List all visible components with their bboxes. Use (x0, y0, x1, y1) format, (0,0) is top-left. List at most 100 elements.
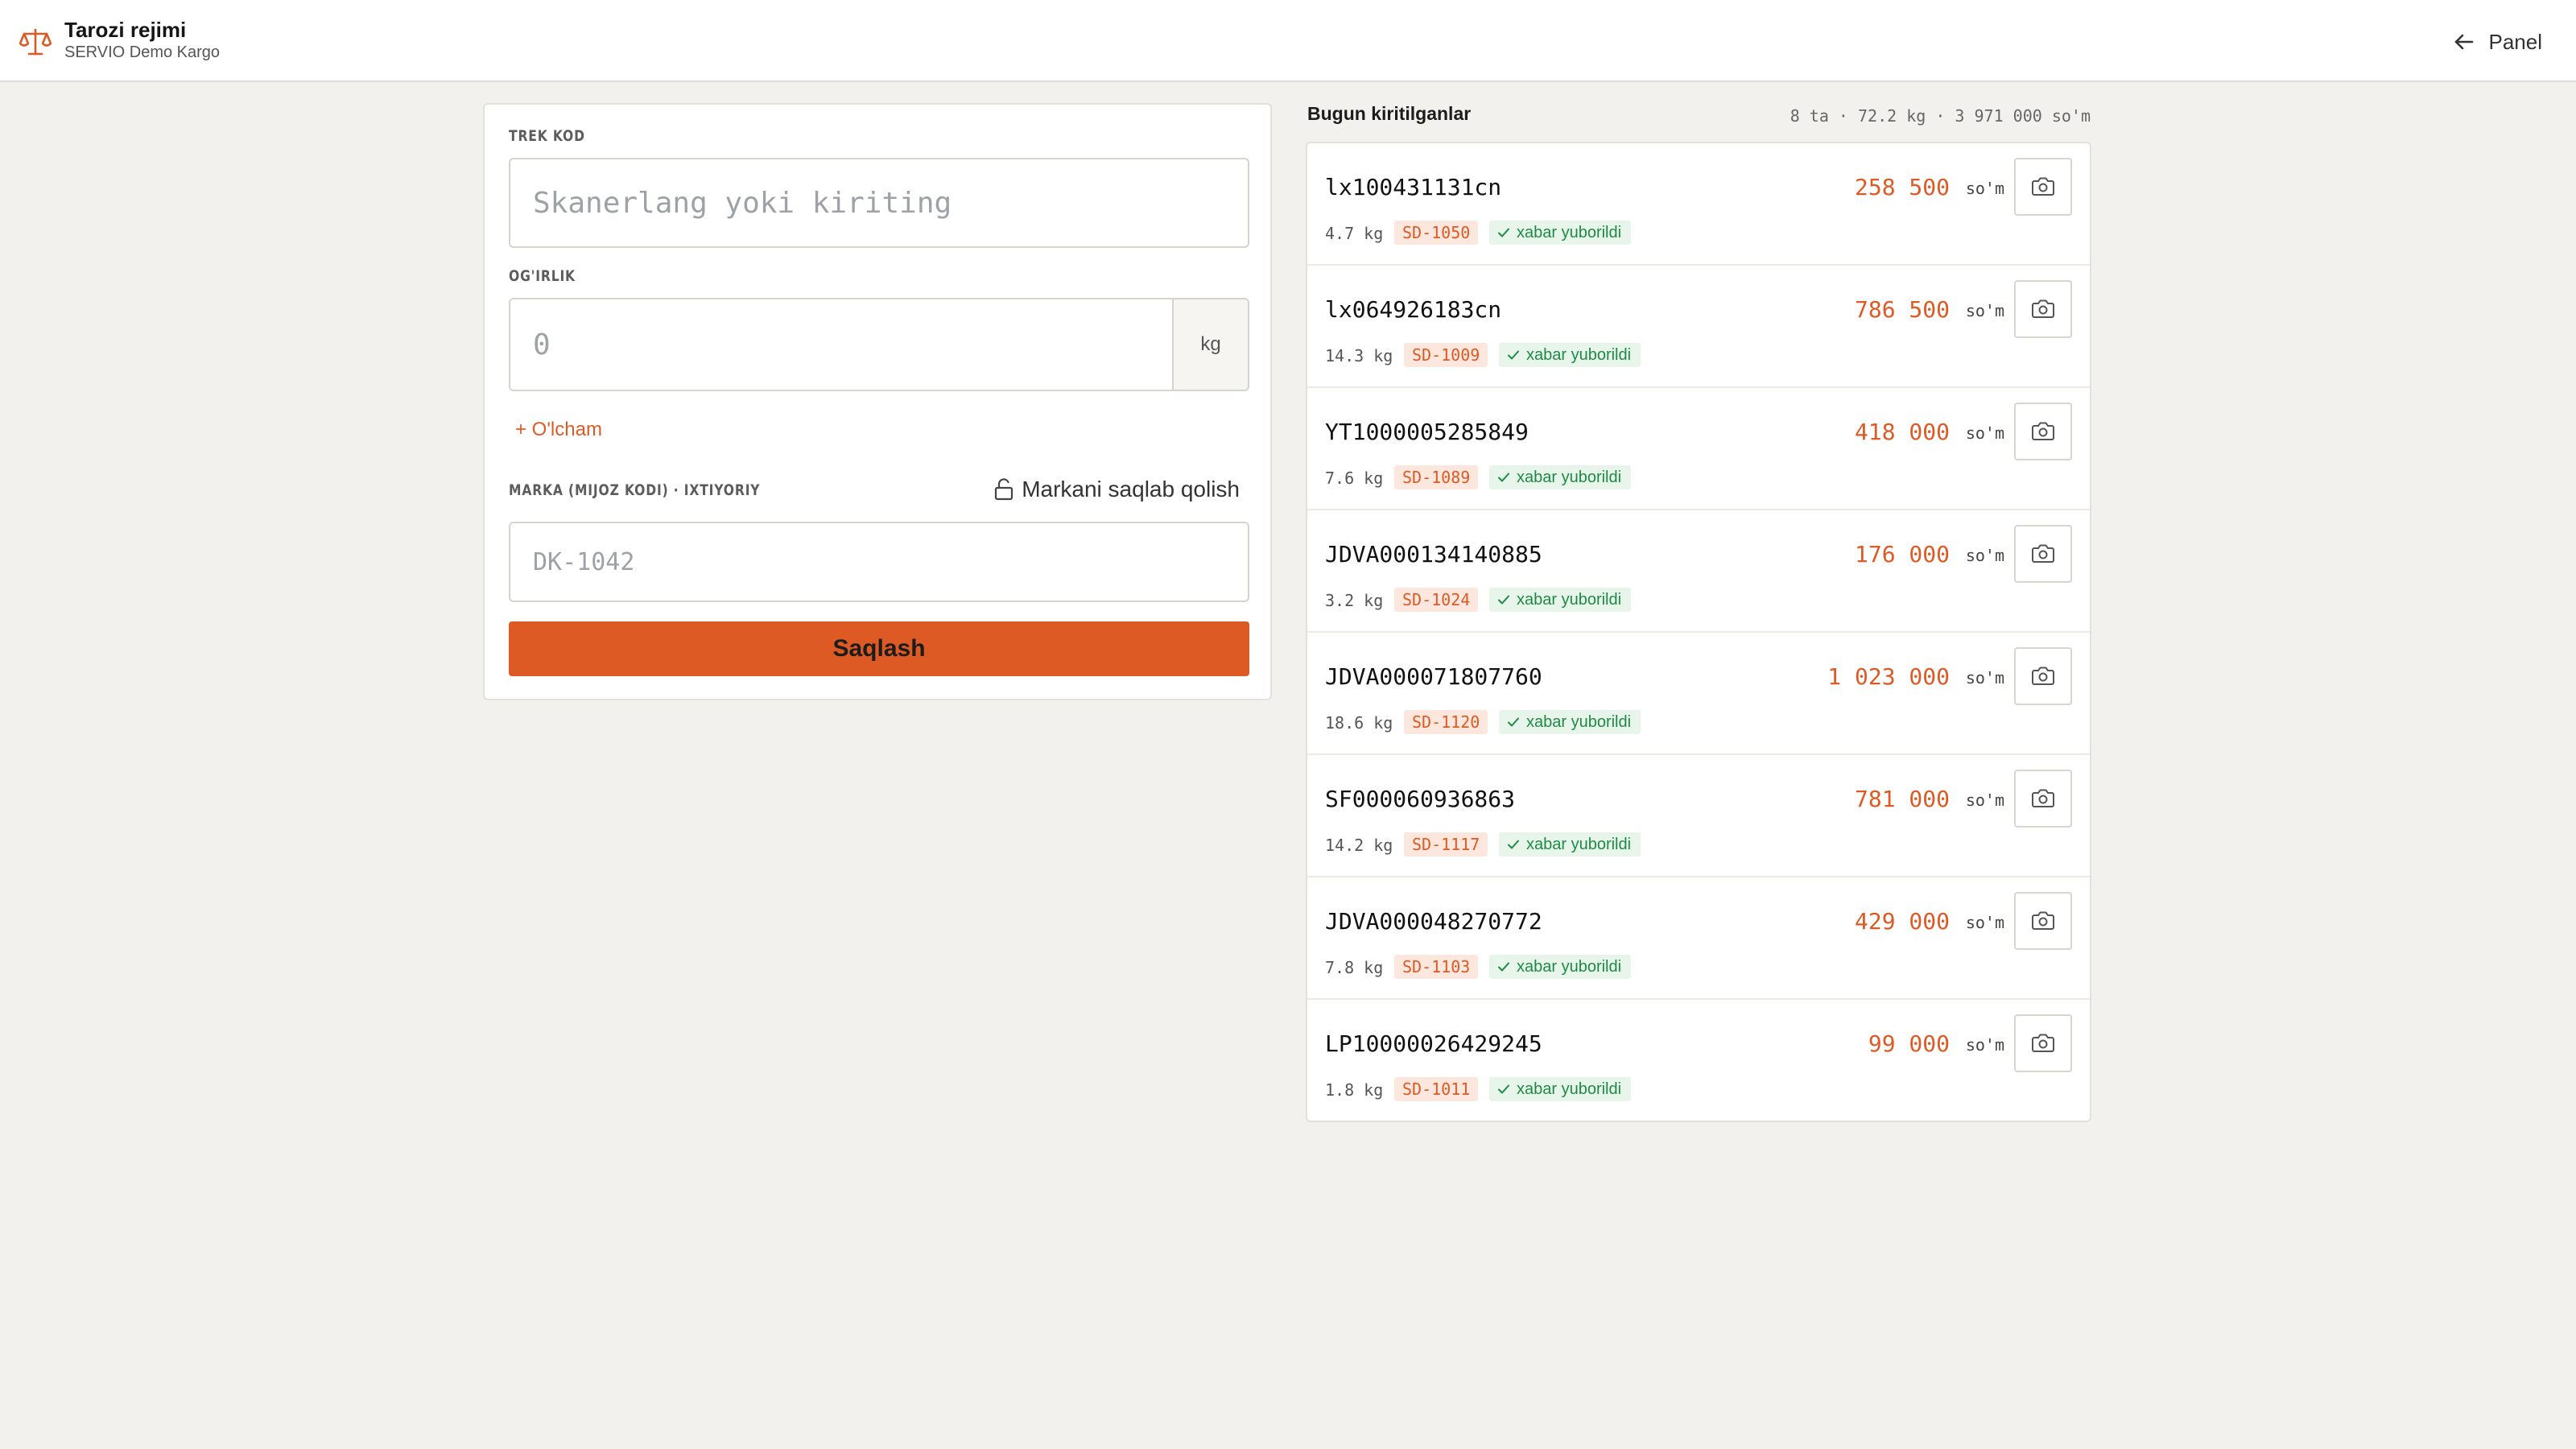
panel-label: Panel (2488, 29, 2543, 54)
client-code-badge: SD-1089 (1394, 465, 1479, 489)
weight-label: OG'IRLIK (509, 267, 576, 285)
status-badge: xabar yuborildi (1499, 832, 1641, 857)
check-icon (1508, 717, 1519, 727)
status-label: xabar yuborildi (1526, 836, 1632, 853)
camera-icon (2032, 1034, 2054, 1052)
currency-label: so'm (1965, 301, 2004, 320)
currency-label: so'm (1965, 546, 2004, 565)
client-code-badge: SD-1009 (1404, 343, 1488, 367)
keep-marka-label: Markani saqlab qolish (1022, 477, 1240, 502)
item-weight: 14.3 kg (1325, 346, 1393, 365)
status-badge: xabar yuborildi (1499, 710, 1641, 734)
arrow-left-icon (2454, 34, 2473, 50)
photo-button[interactable] (2014, 647, 2072, 705)
list-item: YT1000005285849 7.6 kg SD-1089 xabar yub… (1307, 388, 2090, 510)
photo-button[interactable] (2014, 280, 2072, 338)
photo-button[interactable] (2014, 158, 2072, 216)
weight-field: kg (509, 298, 1249, 391)
panel-back-link[interactable]: Panel (2452, 26, 2543, 58)
status-label: xabar yuborildi (1517, 224, 1622, 242)
list-item: lx064926183cn 14.3 kg SD-1009 xabar yubo… (1307, 266, 2090, 388)
photo-button[interactable] (2014, 1014, 2072, 1072)
unlock-icon (995, 478, 1013, 501)
trek-code: JDVA000071807760 (1325, 663, 1542, 690)
trek-code: SF000060936863 (1325, 786, 1516, 812)
currency-label: so'm (1965, 913, 2004, 932)
currency-label: so'm (1965, 668, 2004, 687)
marka-input[interactable] (509, 522, 1249, 602)
trek-code: lx100431131cn (1325, 174, 1502, 200)
list-item: JDVA000048270772 7.8 kg SD-1103 xabar yu… (1307, 877, 2090, 1000)
add-dimensions-link[interactable]: + O'lcham (515, 419, 602, 441)
weight-input[interactable] (510, 299, 1172, 390)
list-item: JDVA000134140885 3.2 kg SD-1024 xabar yu… (1307, 510, 2090, 633)
photo-button[interactable] (2014, 525, 2072, 583)
client-code-badge: SD-1120 (1404, 710, 1488, 734)
status-label: xabar yuborildi (1526, 346, 1632, 364)
camera-icon (2032, 544, 2054, 563)
trek-code: lx064926183cn (1325, 296, 1502, 323)
status-label: xabar yuborildi (1517, 1080, 1622, 1098)
camera-icon (2032, 789, 2054, 807)
item-weight: 4.7 kg (1325, 224, 1384, 243)
currency-label: so'm (1965, 179, 2004, 198)
currency-label: so'm (1965, 791, 2004, 810)
camera-icon (2032, 422, 2054, 440)
page-title: Tarozi rejimi (64, 18, 187, 42)
check-icon (1508, 840, 1519, 849)
scale-icon (19, 28, 52, 56)
item-weight: 7.6 kg (1325, 469, 1384, 488)
status-badge: xabar yuborildi (1489, 465, 1632, 489)
item-price: 429 000 (1854, 908, 1950, 935)
status-label: xabar yuborildi (1517, 469, 1622, 486)
trek-code: JDVA000134140885 (1325, 541, 1542, 568)
check-icon (1508, 350, 1519, 360)
item-price: 786 500 (1854, 296, 1950, 323)
list-item: SF000060936863 14.2 kg SD-1117 xabar yub… (1307, 755, 2090, 877)
item-weight: 3.2 kg (1325, 591, 1384, 610)
list-item: LP10000026429245 1.8 kg SD-1011 xabar yu… (1307, 1000, 2090, 1121)
keep-marka-toggle[interactable]: Markani saqlab qolish (994, 477, 1240, 502)
trek-code: LP10000026429245 (1325, 1030, 1542, 1057)
status-badge: xabar yuborildi (1489, 221, 1632, 245)
currency-label: so'm (1965, 1035, 2004, 1055)
trek-code: JDVA000048270772 (1325, 908, 1542, 935)
currency-label: so'm (1965, 423, 2004, 443)
photo-button[interactable] (2014, 892, 2072, 950)
item-price: 258 500 (1854, 174, 1950, 200)
marka-label: MARKA (MIJOZ KODI) · IXTIYORIY (509, 481, 761, 499)
client-code-badge: SD-1011 (1394, 1077, 1479, 1101)
client-code-badge: SD-1117 (1404, 832, 1488, 857)
check-icon (1498, 228, 1509, 237)
camera-icon (2032, 299, 2054, 318)
save-button[interactable]: Saqlash (509, 621, 1249, 676)
status-label: xabar yuborildi (1517, 958, 1622, 976)
camera-icon (2032, 177, 2054, 196)
photo-button[interactable] (2014, 770, 2072, 828)
item-price: 99 000 (1868, 1030, 1950, 1057)
list-item: JDVA000071807760 18.6 kg SD-1120 xabar y… (1307, 633, 2090, 755)
camera-icon (2032, 911, 2054, 930)
today-summary: 8 ta · 72.2 kg · 3 971 000 so'm (1790, 106, 2091, 126)
company-name: SERVIO Demo Kargo (64, 43, 221, 61)
today-list: lx100431131cn 4.7 kg SD-1050 xabar yubor… (1306, 142, 2091, 1122)
item-price: 1 023 000 (1827, 663, 1950, 690)
status-badge: xabar yuborildi (1489, 1077, 1632, 1101)
check-icon (1498, 473, 1509, 482)
item-weight: 14.2 kg (1325, 836, 1393, 855)
item-price: 176 000 (1854, 541, 1950, 568)
check-icon (1498, 1084, 1509, 1094)
status-badge: xabar yuborildi (1489, 588, 1632, 612)
trek-code-input[interactable] (509, 158, 1249, 248)
client-code-badge: SD-1103 (1394, 955, 1479, 979)
client-code-badge: SD-1024 (1394, 588, 1479, 612)
camera-icon (2032, 667, 2054, 685)
check-icon (1498, 962, 1509, 972)
app-header: Tarozi rejimi SERVIO Demo Kargo Panel (0, 0, 2576, 82)
status-label: xabar yuborildi (1517, 591, 1622, 609)
item-weight: 18.6 kg (1325, 713, 1393, 733)
trek-code-label: TREK KOD (509, 127, 585, 145)
status-label: xabar yuborildi (1526, 713, 1632, 731)
item-price: 781 000 (1854, 786, 1950, 812)
photo-button[interactable] (2014, 402, 2072, 460)
